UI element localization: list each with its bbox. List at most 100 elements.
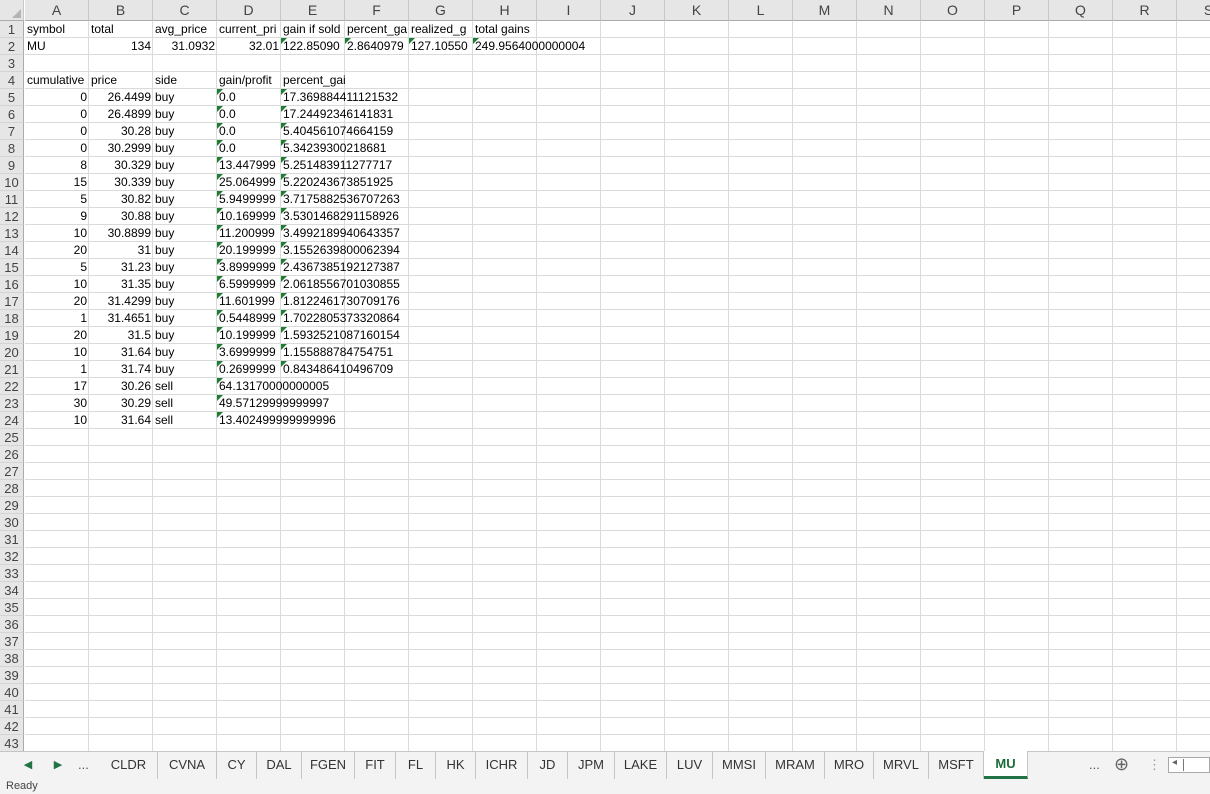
cell-d7[interactable]: 0.0 bbox=[217, 123, 281, 140]
cell-e12[interactable]: 3.5301468291158926 bbox=[281, 208, 399, 225]
row-header-27[interactable]: 27 bbox=[0, 463, 24, 480]
sheet-tab-mrvl[interactable]: MRVL bbox=[874, 752, 929, 779]
sheet-tab-cy[interactable]: CY bbox=[217, 752, 257, 779]
column-header-h[interactable]: H bbox=[473, 0, 537, 21]
tab-scroll-next-button[interactable]: ▶ bbox=[44, 752, 72, 779]
cell-d10[interactable]: 25.064999 bbox=[217, 174, 281, 191]
cell-e7[interactable]: 5.404561074664159 bbox=[281, 123, 393, 140]
cell-b17[interactable]: 31.4299 bbox=[89, 293, 153, 310]
row-header-19[interactable]: 19 bbox=[0, 327, 24, 344]
row-header-36[interactable]: 36 bbox=[0, 616, 24, 633]
row-header-30[interactable]: 30 bbox=[0, 514, 24, 531]
cell-c10[interactable]: buy bbox=[153, 174, 217, 191]
row-header-15[interactable]: 15 bbox=[0, 259, 24, 276]
cell-a18[interactable]: 1 bbox=[25, 310, 89, 327]
cell-a21[interactable]: 1 bbox=[25, 361, 89, 378]
sheet-tab-fgen[interactable]: FGEN bbox=[302, 752, 355, 779]
cell-c17[interactable]: buy bbox=[153, 293, 217, 310]
row-header-29[interactable]: 29 bbox=[0, 497, 24, 514]
cell-d22[interactable]: 64.13170000000005 bbox=[217, 378, 329, 395]
row-header-13[interactable]: 13 bbox=[0, 225, 24, 242]
cell-b22[interactable]: 30.26 bbox=[89, 378, 153, 395]
cell-d15[interactable]: 3.8999999 bbox=[217, 259, 281, 276]
row-header-31[interactable]: 31 bbox=[0, 531, 24, 548]
add-sheet-icon[interactable]: ⊕ bbox=[1114, 752, 1129, 779]
row-header-3[interactable]: 3 bbox=[0, 55, 24, 72]
column-header-q[interactable]: Q bbox=[1049, 0, 1113, 21]
row-header-8[interactable]: 8 bbox=[0, 140, 24, 157]
row-header-39[interactable]: 39 bbox=[0, 667, 24, 684]
cell-c8[interactable]: buy bbox=[153, 140, 217, 157]
sheet-tab-cvna[interactable]: CVNA bbox=[158, 752, 217, 779]
cell-c7[interactable]: buy bbox=[153, 123, 217, 140]
row-header-43[interactable]: 43 bbox=[0, 735, 24, 751]
cell-e2[interactable]: 122.85090 bbox=[281, 38, 345, 55]
cell-d11[interactable]: 5.9499999 bbox=[217, 191, 281, 208]
column-header-o[interactable]: O bbox=[921, 0, 985, 21]
cell-a10[interactable]: 15 bbox=[25, 174, 89, 191]
row-header-28[interactable]: 28 bbox=[0, 480, 24, 497]
cell-d12[interactable]: 10.169999 bbox=[217, 208, 281, 225]
cell-d17[interactable]: 11.601999 bbox=[217, 293, 281, 310]
cell-e10[interactable]: 5.220243673851925 bbox=[281, 174, 393, 191]
row-header-40[interactable]: 40 bbox=[0, 684, 24, 701]
cell-d4[interactable]: gain/profit bbox=[217, 72, 281, 89]
cell-b11[interactable]: 30.82 bbox=[89, 191, 153, 208]
cell-a2[interactable]: MU bbox=[25, 38, 89, 55]
column-header-p[interactable]: P bbox=[985, 0, 1049, 21]
tab-scroll-prev-button[interactable]: ◀ bbox=[14, 752, 42, 779]
tab-options-icon[interactable]: ⋮ bbox=[1148, 752, 1161, 779]
cell-c21[interactable]: buy bbox=[153, 361, 217, 378]
cell-e13[interactable]: 3.4992189940643357 bbox=[281, 225, 400, 242]
sheet-tab-msft[interactable]: MSFT bbox=[929, 752, 984, 779]
cell-b19[interactable]: 31.5 bbox=[89, 327, 153, 344]
row-header-42[interactable]: 42 bbox=[0, 718, 24, 735]
cell-c18[interactable]: buy bbox=[153, 310, 217, 327]
sheet-tab-mu[interactable]: MU bbox=[984, 751, 1028, 779]
cell-e6[interactable]: 17.24492346141831 bbox=[281, 106, 393, 123]
cell-e19[interactable]: 1.5932521087160154 bbox=[281, 327, 400, 344]
cell-b15[interactable]: 31.23 bbox=[89, 259, 153, 276]
sheet-tab-cldr[interactable]: CLDR bbox=[100, 752, 158, 779]
sheet-tab-ichr[interactable]: ICHR bbox=[476, 752, 528, 779]
cell-c11[interactable]: buy bbox=[153, 191, 217, 208]
cell-b13[interactable]: 30.8899 bbox=[89, 225, 153, 242]
cell-a15[interactable]: 5 bbox=[25, 259, 89, 276]
cell-a12[interactable]: 9 bbox=[25, 208, 89, 225]
cell-b12[interactable]: 30.88 bbox=[89, 208, 153, 225]
sheet-tab-luv[interactable]: LUV bbox=[667, 752, 713, 779]
cell-h2[interactable]: 249.9564000000004 bbox=[473, 38, 585, 55]
cell-e17[interactable]: 1.8122461730709176 bbox=[281, 293, 400, 310]
cell-b1[interactable]: total bbox=[89, 21, 153, 38]
column-header-e[interactable]: E bbox=[281, 0, 345, 21]
cell-d16[interactable]: 6.5999999 bbox=[217, 276, 281, 293]
row-header-38[interactable]: 38 bbox=[0, 650, 24, 667]
more-tabs-right-button[interactable]: ... bbox=[1089, 752, 1100, 779]
cell-b9[interactable]: 30.329 bbox=[89, 157, 153, 174]
cell-e11[interactable]: 3.7175882536707263 bbox=[281, 191, 400, 208]
cell-b6[interactable]: 26.4899 bbox=[89, 106, 153, 123]
row-header-1[interactable]: 1 bbox=[0, 21, 24, 38]
cell-a1[interactable]: symbol bbox=[25, 21, 89, 38]
column-header-m[interactable]: M bbox=[793, 0, 857, 21]
horizontal-scrollbar[interactable]: ◂ bbox=[1168, 757, 1210, 773]
column-header-k[interactable]: K bbox=[665, 0, 729, 21]
cell-c19[interactable]: buy bbox=[153, 327, 217, 344]
row-header-41[interactable]: 41 bbox=[0, 701, 24, 718]
cell-d24[interactable]: 13.402499999999996 bbox=[217, 412, 336, 429]
cell-c6[interactable]: buy bbox=[153, 106, 217, 123]
cell-c22[interactable]: sell bbox=[153, 378, 217, 395]
cell-c5[interactable]: buy bbox=[153, 89, 217, 106]
sheet-tab-jd[interactable]: JD bbox=[528, 752, 568, 779]
cell-d6[interactable]: 0.0 bbox=[217, 106, 281, 123]
row-header-14[interactable]: 14 bbox=[0, 242, 24, 259]
row-header-20[interactable]: 20 bbox=[0, 344, 24, 361]
cell-e21[interactable]: 0.843486410496709 bbox=[281, 361, 393, 378]
row-header-16[interactable]: 16 bbox=[0, 276, 24, 293]
cell-b18[interactable]: 31.4651 bbox=[89, 310, 153, 327]
row-header-21[interactable]: 21 bbox=[0, 361, 24, 378]
spreadsheet-grid[interactable]: ABCDEFGHIJKLMNOPQRS 1 2 3 4 5 6 7 8 9 10 11 12 13 14 1… bbox=[0, 0, 1210, 751]
row-header-12[interactable]: 12 bbox=[0, 208, 24, 225]
column-header-n[interactable]: N bbox=[857, 0, 921, 21]
cell-d5[interactable]: 0.0 bbox=[217, 89, 281, 106]
